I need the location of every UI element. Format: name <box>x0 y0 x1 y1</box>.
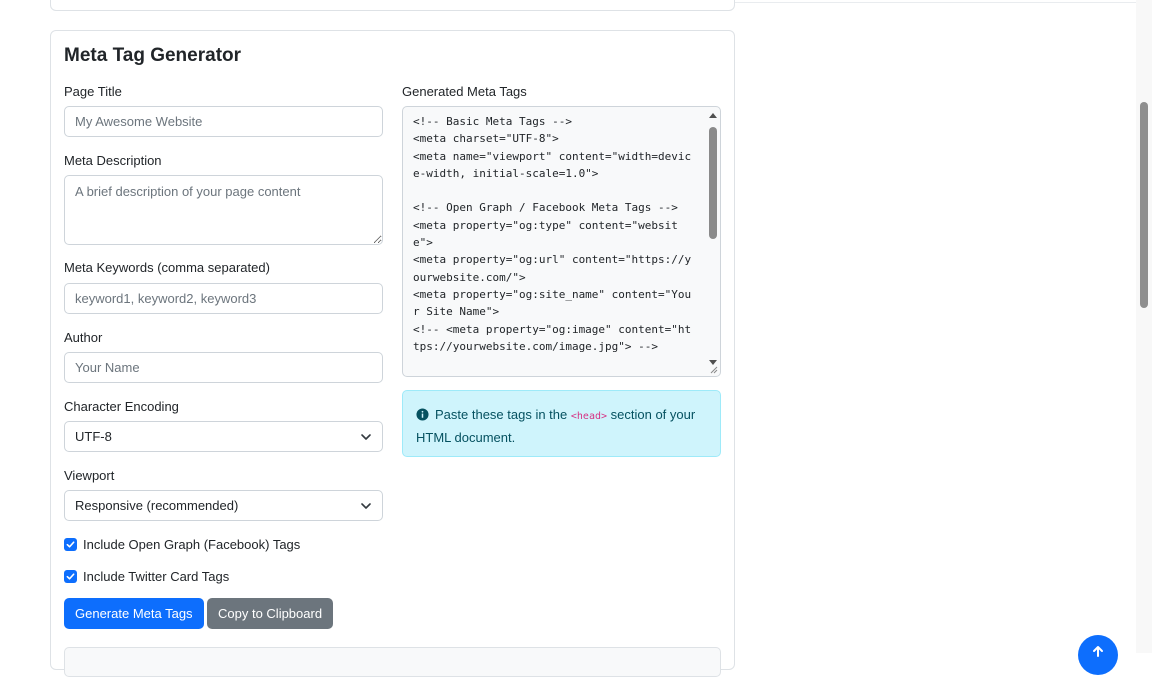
author-input[interactable] <box>64 352 383 383</box>
open-graph-checkbox[interactable] <box>64 538 77 551</box>
twitter-card-label: Include Twitter Card Tags <box>83 569 230 584</box>
twitter-card-checkbox[interactable] <box>64 570 77 583</box>
card-title: Meta Tag Generator <box>64 45 242 66</box>
character-encoding-value: UTF-8 <box>75 429 112 444</box>
output-scrollbar-thumb[interactable] <box>709 127 717 239</box>
open-graph-option[interactable]: Include Open Graph (Facebook) Tags <box>64 537 300 552</box>
meta-description-textarea[interactable] <box>64 175 383 245</box>
chevron-down-icon <box>361 502 371 509</box>
output-scrollbar[interactable] <box>708 111 718 365</box>
chevron-down-icon <box>361 433 371 440</box>
check-icon <box>66 541 75 548</box>
bottom-panel <box>64 647 721 677</box>
meta-description-label: Meta Description <box>64 153 162 168</box>
character-encoding-select[interactable]: UTF-8 <box>64 421 383 452</box>
meta-keywords-input[interactable] <box>64 283 383 314</box>
alert-text-before: Paste these tags in the <box>435 407 568 422</box>
page-scrollbar-thumb[interactable] <box>1140 102 1148 308</box>
check-icon <box>66 573 75 580</box>
viewport-select[interactable]: Responsive (recommended) <box>64 490 383 521</box>
open-graph-label: Include Open Graph (Facebook) Tags <box>83 537 301 552</box>
copy-to-clipboard-button[interactable]: Copy to Clipboard <box>207 598 334 629</box>
top-divider <box>735 2 1136 3</box>
head-code: <head> <box>570 411 608 422</box>
generate-meta-tags-button[interactable]: Generate Meta Tags <box>64 598 204 629</box>
scroll-up-icon[interactable] <box>709 113 717 118</box>
generated-code: <!-- Basic Meta Tags --> <meta charset="… <box>413 115 692 353</box>
info-circle-icon <box>416 408 429 421</box>
scroll-to-top-button[interactable] <box>1078 635 1118 675</box>
author-label: Author <box>64 330 103 345</box>
arrow-up-icon <box>1093 646 1103 657</box>
page-title-input[interactable] <box>64 106 383 137</box>
twitter-card-option[interactable]: Include Twitter Card Tags <box>64 569 229 584</box>
generated-meta-tags-output[interactable]: <!-- Basic Meta Tags --> <meta charset="… <box>402 106 721 377</box>
viewport-value: Responsive (recommended) <box>75 498 239 513</box>
page-scrollbar[interactable] <box>1136 0 1152 653</box>
info-alert: Paste these tags in the <head> section o… <box>402 390 721 457</box>
meta-tag-generator-card: Meta Tag Generator Page Title Meta Descr… <box>50 30 735 677</box>
previous-card <box>50 0 735 11</box>
meta-keywords-label: Meta Keywords (comma separated) <box>64 260 270 275</box>
page-title-label: Page Title <box>64 84 122 99</box>
character-encoding-label: Character Encoding <box>64 399 179 414</box>
resize-handle-icon[interactable] <box>708 364 718 374</box>
generated-meta-tags-label: Generated Meta Tags <box>402 84 527 99</box>
viewport-label: Viewport <box>64 468 115 483</box>
